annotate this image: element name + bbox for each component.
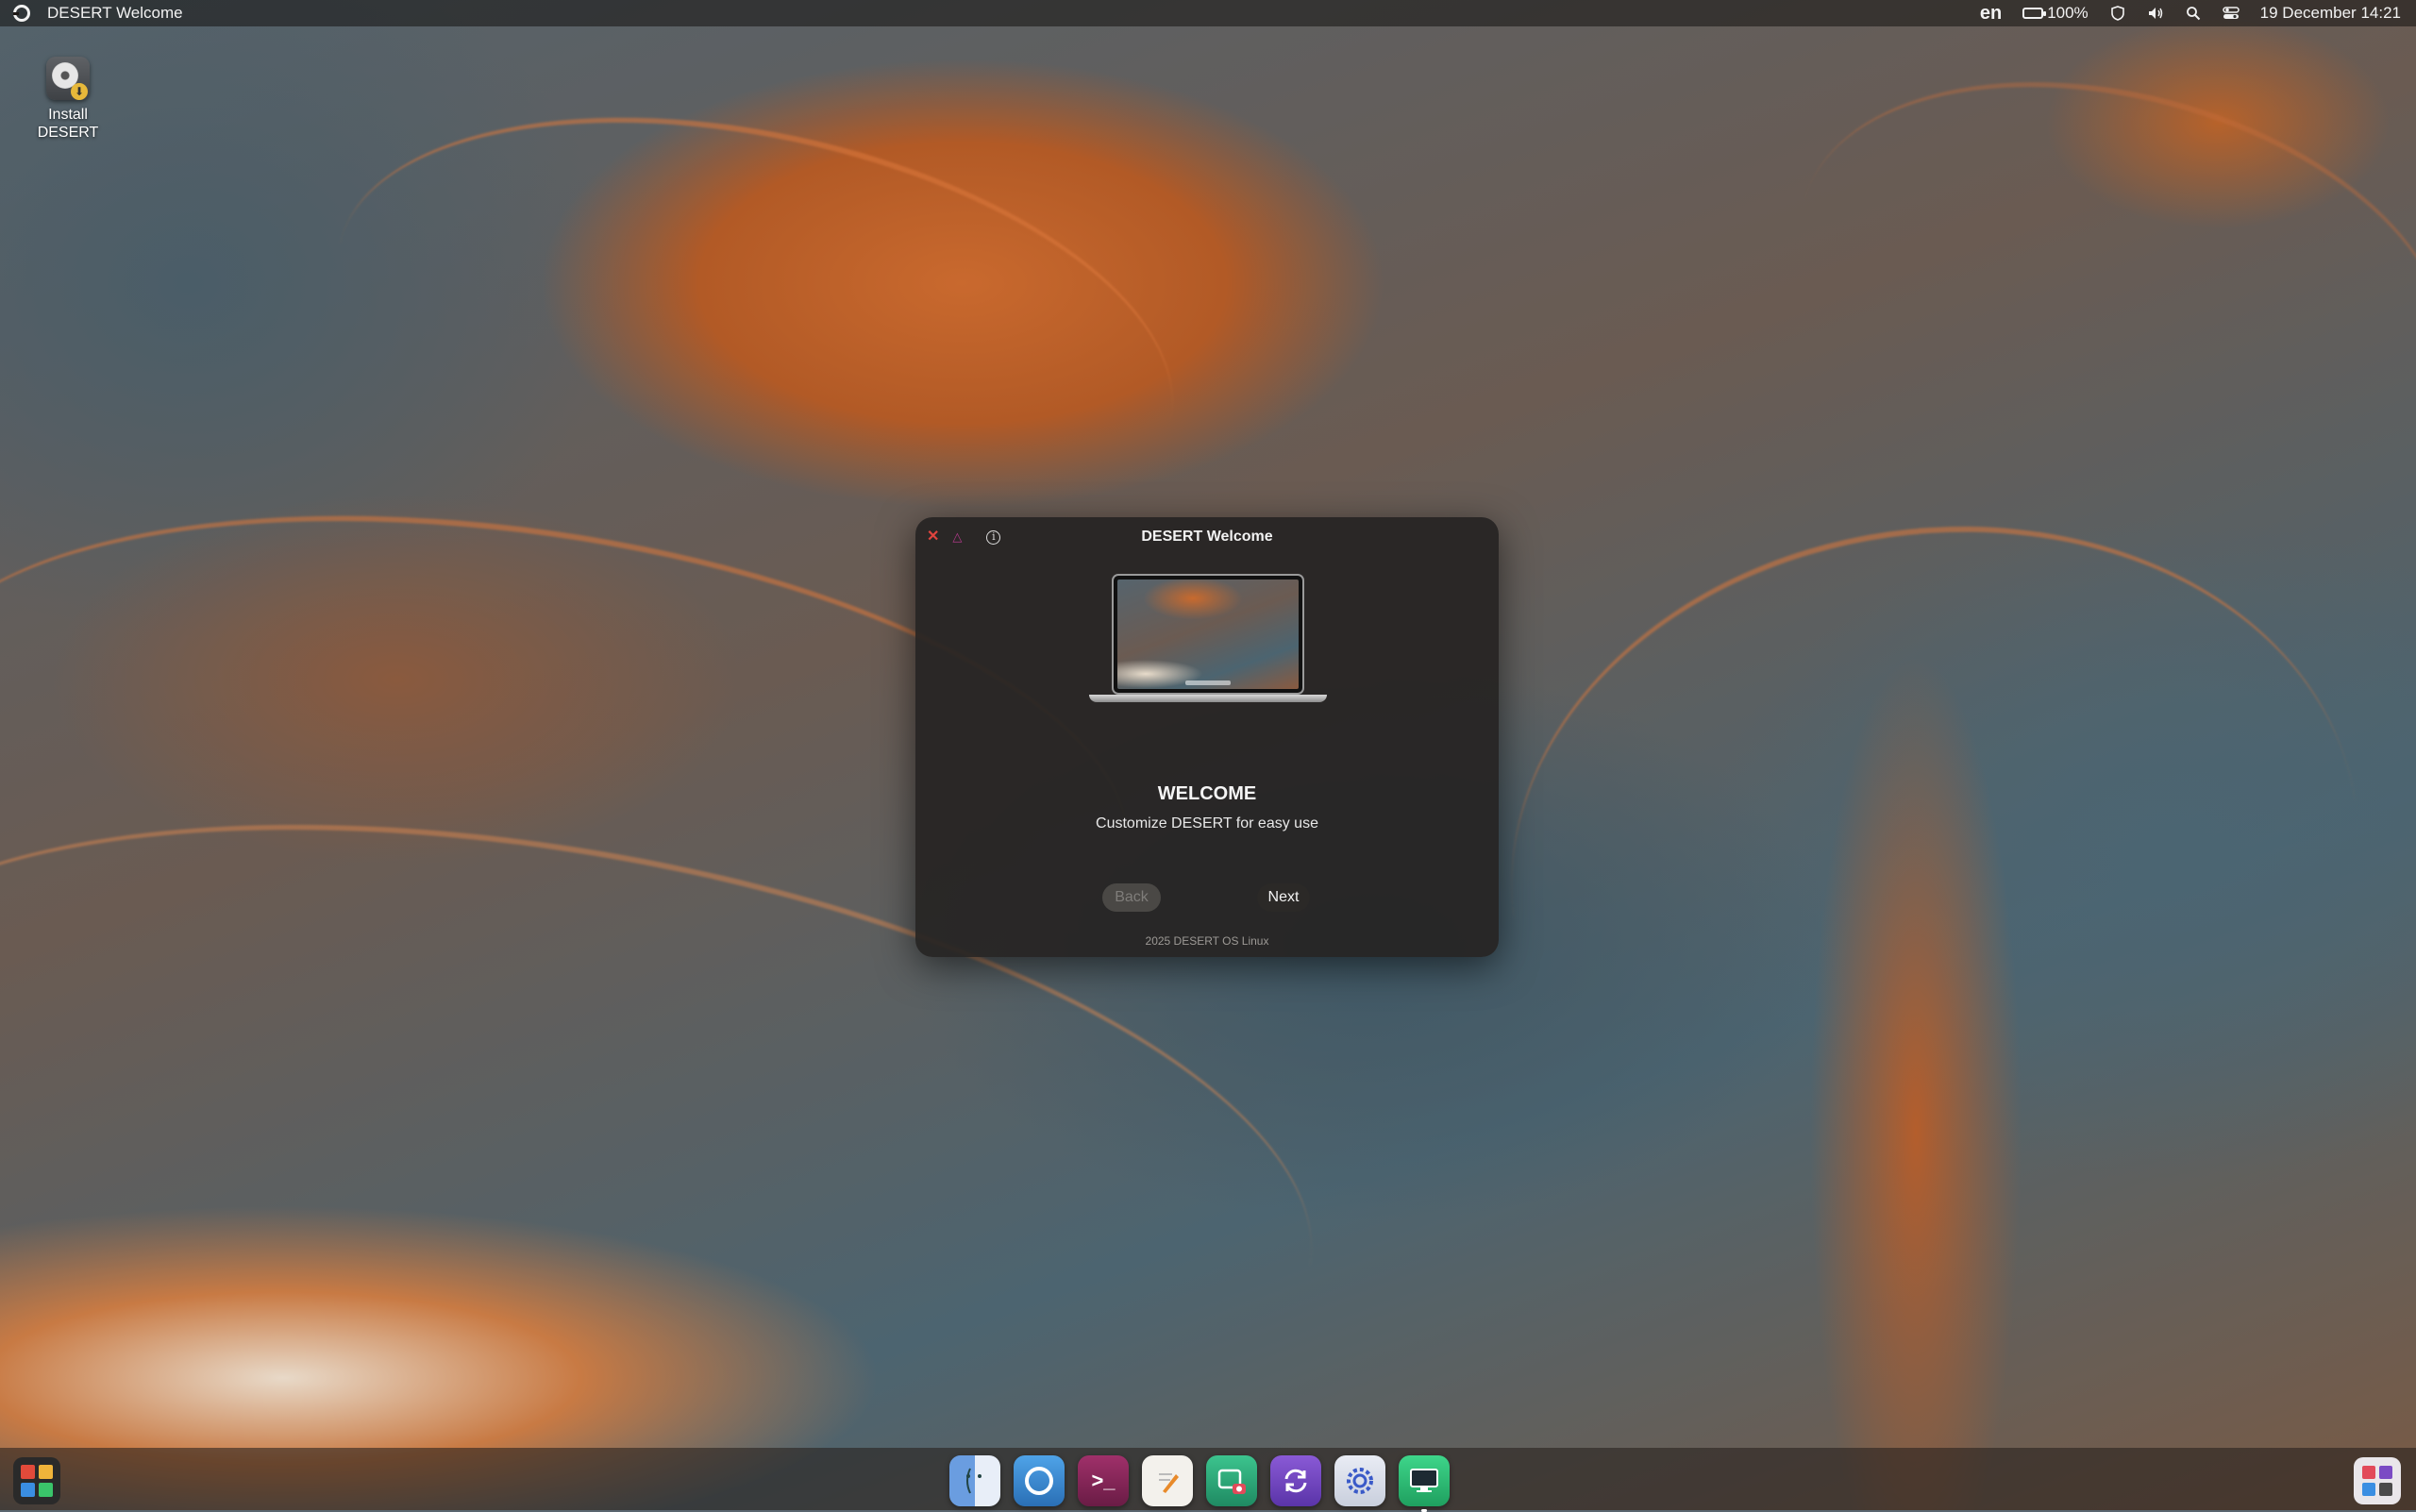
battery-percent: 100% <box>2047 4 2089 22</box>
install-desert-desktop-icon[interactable]: Install DESERT <box>32 53 104 142</box>
battery-icon <box>2022 8 2047 19</box>
app-menu-icon[interactable] <box>13 1457 60 1504</box>
welcome-window: ✕ △ i DESERT Welcome WELCOME Customize D… <box>915 517 1499 957</box>
screenshot-icon[interactable] <box>1206 1455 1257 1506</box>
back-button[interactable]: Back <box>1102 883 1161 912</box>
update-icon[interactable] <box>1270 1455 1321 1506</box>
search-icon[interactable] <box>2185 5 2202 22</box>
status-area: en 100% 19 December 14:21 <box>1980 3 2401 25</box>
text-editor-icon[interactable] <box>1142 1455 1193 1506</box>
control-center-icon[interactable] <box>2222 5 2240 22</box>
dock: >_ <box>949 1455 1450 1512</box>
settings-icon[interactable] <box>1334 1455 1385 1506</box>
welcome-subtitle: Customize DESERT for easy use <box>1096 815 1318 832</box>
window-title: DESERT Welcome <box>1141 529 1273 545</box>
copyright-footer: 2025 DESERT OS Linux <box>1145 934 1269 948</box>
desktop-icon-label: Install DESERT <box>37 107 99 141</box>
shield-icon[interactable] <box>2109 5 2126 22</box>
welcome-heading: WELCOME <box>1157 783 1257 804</box>
volume-icon[interactable] <box>2147 5 2164 22</box>
terminal-icon[interactable]: >_ <box>1078 1455 1129 1506</box>
top-bar: DESERT Welcome en 100% 19 December 14:21 <box>0 0 2416 26</box>
laptop-screen <box>1112 574 1304 695</box>
language-indicator[interactable]: en <box>1980 3 2002 25</box>
desert-logo-icon[interactable] <box>13 5 30 22</box>
next-button[interactable]: Next <box>1257 883 1310 912</box>
battery-status[interactable]: 100% <box>2022 4 2089 23</box>
browser-icon[interactable] <box>1014 1455 1065 1506</box>
welcome-app-icon[interactable] <box>1399 1455 1450 1512</box>
laptop-illustration <box>1089 574 1327 706</box>
installer-disc-icon <box>46 57 90 100</box>
laptop-base <box>1089 695 1327 702</box>
clock[interactable]: 19 December 14:21 <box>2260 4 2401 23</box>
app-launcher-icon[interactable] <box>2354 1457 2401 1504</box>
finder-icon[interactable] <box>949 1455 1000 1506</box>
active-app-title[interactable]: DESERT Welcome <box>47 4 183 23</box>
